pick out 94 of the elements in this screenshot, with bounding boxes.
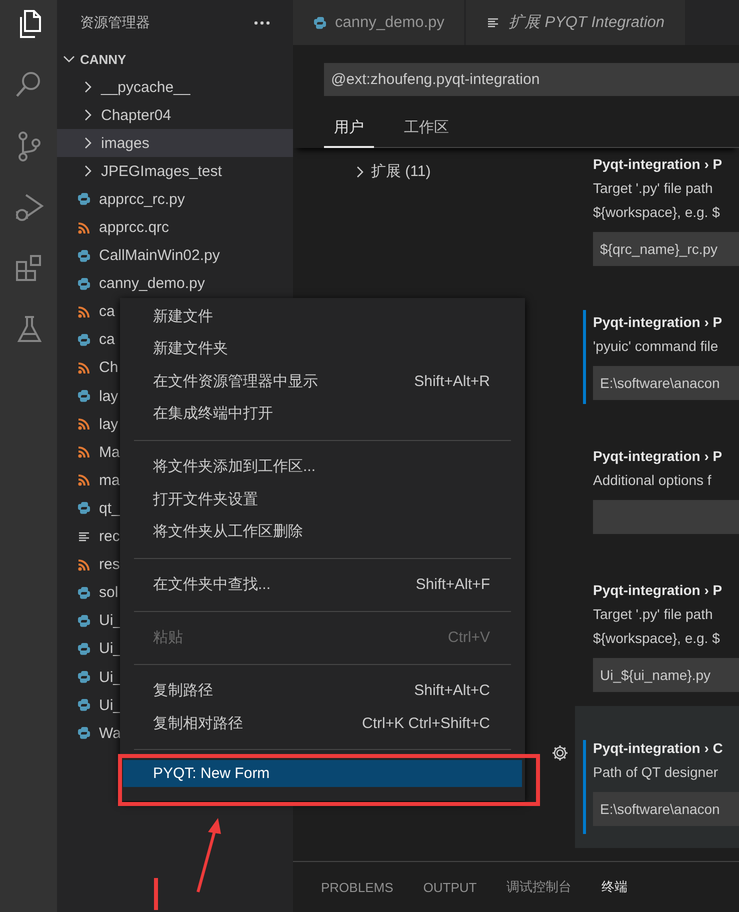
menu-item[interactable]: 新建文件 <box>123 300 522 332</box>
panel-tab[interactable]: PROBLEMS <box>321 876 394 898</box>
python-icon <box>77 332 91 347</box>
rss-icon <box>77 220 91 235</box>
setting-description: ${workspace}, e.g. $ <box>593 203 721 222</box>
text-field[interactable]: ${qrc_name}_rc.py <box>593 232 739 266</box>
text-field[interactable]: E:\software\anacon <box>593 792 739 826</box>
shortcut-text: Shift+Alt+F <box>416 576 490 594</box>
setting-description: Target '.py' file path <box>593 179 714 198</box>
file-tree-item[interactable]: ca <box>57 298 119 326</box>
text-field[interactable]: Ui_${ui_name}.py <box>593 658 739 692</box>
setting-title: Pyqt-integration › P <box>593 155 724 174</box>
file-tree-item[interactable]: lay <box>57 410 122 438</box>
python-icon <box>77 192 91 206</box>
file-tree-item[interactable]: JPEGImages_test <box>57 157 226 186</box>
file-tree-item[interactable]: Ui_ <box>57 634 126 663</box>
file-tree-item[interactable]: Ui_ <box>57 691 126 720</box>
file-tree-item[interactable]: ca <box>57 326 119 354</box>
file-tree-item[interactable]: lay <box>57 382 122 410</box>
rss-icon <box>77 558 91 572</box>
setting-description: Target '.py' file path <box>593 605 714 624</box>
lines-icon <box>77 530 91 544</box>
menu-item[interactable]: 新建文件夹 <box>123 332 522 365</box>
rss-icon <box>77 304 91 319</box>
file-tree-item[interactable]: images <box>57 129 293 158</box>
file-tree-item[interactable]: Ui_ <box>57 662 126 692</box>
file-tree-item[interactable]: sol <box>57 578 122 607</box>
panel-tab[interactable]: 终端 <box>602 874 628 900</box>
menu-item[interactable]: 将文件夹添加到工作区... <box>123 450 522 483</box>
file-tree-item[interactable]: CallMainWin02.py <box>57 242 224 270</box>
setting-description: ${workspace}, e.g. $ <box>593 629 721 648</box>
menu-item[interactable]: 复制相对路径 Ctrl+K Ctrl+Shift+C <box>123 707 522 740</box>
python-icon <box>313 16 327 30</box>
pen-stroke-drawing <box>152 876 160 912</box>
file-tree-item[interactable]: apprcc.qrc <box>57 213 174 242</box>
setting-title: Pyqt-integration › P <box>593 313 724 332</box>
panel-title: 资源管理器 <box>80 14 150 32</box>
menu-item[interactable]: 打开文件夹设置 <box>123 483 522 516</box>
file-tree-item[interactable]: Wa <box>57 719 125 748</box>
menu-item[interactable]: PYQT: New Form <box>123 760 522 787</box>
shortcut-text: Shift+Alt+C <box>414 682 490 700</box>
rss-icon <box>77 417 91 432</box>
setting-title: Pyqt-integration › C <box>593 739 724 758</box>
file-tree-item[interactable]: rec <box>57 522 124 551</box>
text-field[interactable]: E:\software\anacon <box>593 366 739 400</box>
panel-tab[interactable]: OUTPUT <box>423 876 477 898</box>
menu-item[interactable]: 在文件资源管理器中显示 Shift+Alt+R <box>123 365 522 398</box>
gear-icon[interactable] <box>551 744 569 762</box>
file-tree-item[interactable]: qt_ <box>57 494 124 522</box>
setting-title: Pyqt-integration › P <box>593 447 724 466</box>
panel-tab[interactable]: 调试控制台 <box>506 874 572 900</box>
shortcut-text: Ctrl+K Ctrl+Shift+C <box>362 714 490 732</box>
editor-tab[interactable]: 扩展 PYQT Integration <box>466 0 684 45</box>
setting-description: 'pyuic' command file <box>593 337 720 356</box>
file-tree-item[interactable]: Ma <box>57 438 124 466</box>
rss-icon <box>77 473 91 488</box>
menu-item[interactable]: 复制路径 Shift+Alt+C <box>123 674 522 707</box>
rss-icon <box>77 360 91 375</box>
file-tree-item[interactable]: ma <box>57 466 124 494</box>
setting-description: Path of QT designer <box>593 763 720 782</box>
file-tree-item[interactable]: Ui_ <box>57 606 126 635</box>
python-icon <box>77 586 91 600</box>
scope-tab[interactable]: 工作区 <box>394 108 459 148</box>
python-icon <box>77 642 91 656</box>
menu-item[interactable]: 将文件夹从工作区删除 <box>123 516 522 548</box>
file-tree-item[interactable]: Chapter04 <box>57 101 176 130</box>
python-icon <box>77 698 91 712</box>
scope-tab[interactable]: 用户 <box>324 108 374 148</box>
python-icon <box>77 389 91 404</box>
setting-description: Additional options f <box>593 471 712 490</box>
file-tree-item[interactable]: canny_demo.py <box>57 270 209 298</box>
file-tree-item[interactable]: __pycache__ <box>57 73 194 102</box>
file-tree-item[interactable]: apprcc_rc.py <box>57 185 189 214</box>
file-tree-item[interactable]: Ch <box>57 354 122 382</box>
menu-item[interactable]: 在文件夹中查找... Shift+Alt+F <box>123 568 522 601</box>
python-icon <box>77 501 91 516</box>
rss-icon <box>77 445 91 460</box>
python-icon <box>77 670 91 684</box>
setting-title: Pyqt-integration › P <box>593 581 724 600</box>
python-icon <box>77 726 91 740</box>
toc-item[interactable]: 扩展 (11) <box>353 162 575 181</box>
text-field[interactable] <box>593 500 739 534</box>
lines-icon <box>486 16 500 30</box>
more-icon[interactable] <box>253 20 271 26</box>
menu-item[interactable]: 在集成终端中打开 <box>123 398 522 430</box>
python-icon <box>77 248 91 263</box>
folder-name[interactable]: CANNY <box>80 52 126 66</box>
shortcut-text: Ctrl+V <box>448 629 490 646</box>
python-icon <box>77 276 91 291</box>
python-icon <box>77 614 91 628</box>
editor-tab[interactable]: canny_demo.py <box>293 0 464 45</box>
shortcut-text: Shift+Alt+R <box>414 372 490 390</box>
search-field[interactable]: @ext:zhoufeng.pyqt-integration <box>324 63 739 96</box>
file-tree-item[interactable]: res <box>57 550 124 579</box>
